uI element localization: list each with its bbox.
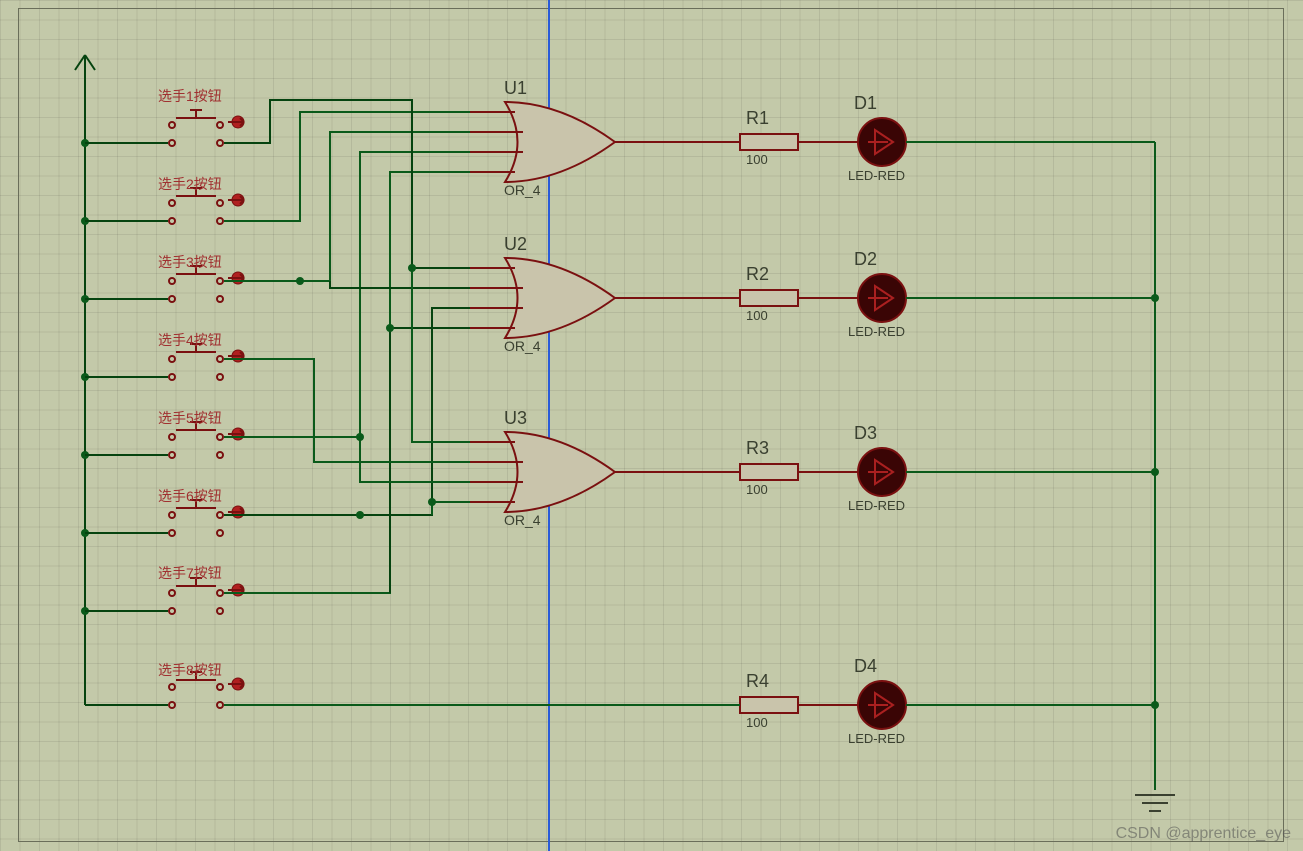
d1-ref: D1 xyxy=(854,93,877,114)
d4-part: LED-RED xyxy=(848,731,905,746)
d2-part: LED-RED xyxy=(848,324,905,339)
d3-ref: D3 xyxy=(854,423,877,444)
r1-val: 100 xyxy=(746,152,768,167)
r3-ref: R3 xyxy=(746,438,769,459)
r1-ref: R1 xyxy=(746,108,769,129)
button-4-label: 选手4按钮 xyxy=(158,330,222,350)
gate-u2[interactable] xyxy=(470,258,740,338)
resistor-r3[interactable] xyxy=(740,464,858,480)
button-8-label: 选手8按钮 xyxy=(158,660,222,680)
gate-u3[interactable] xyxy=(470,432,740,512)
resistor-r4[interactable] xyxy=(224,697,858,713)
gate-u1[interactable] xyxy=(470,102,740,182)
led-d4[interactable] xyxy=(858,681,1159,729)
d3-part: LED-RED xyxy=(848,498,905,513)
button-7[interactable] xyxy=(81,578,244,615)
led-d2[interactable] xyxy=(858,274,1159,322)
r4-ref: R4 xyxy=(746,671,769,692)
r2-val: 100 xyxy=(746,308,768,323)
r4-val: 100 xyxy=(746,715,768,730)
gate-u2-type: OR_4 xyxy=(504,338,541,354)
button-1-label: 选手1按钮 xyxy=(158,86,222,106)
d1-part: LED-RED xyxy=(848,168,905,183)
gate-u3-ref: U3 xyxy=(504,408,527,429)
button-7-label: 选手7按钮 xyxy=(158,563,222,583)
r3-val: 100 xyxy=(746,482,768,497)
d4-ref: D4 xyxy=(854,656,877,677)
button-3-label: 选手3按钮 xyxy=(158,252,222,272)
button-5-label: 选手5按钮 xyxy=(158,408,222,428)
gate-u1-type: OR_4 xyxy=(504,182,541,198)
resistor-r2[interactable] xyxy=(740,290,858,306)
gate-u3-type: OR_4 xyxy=(504,512,541,528)
resistor-r1[interactable] xyxy=(740,134,858,150)
led-d3[interactable] xyxy=(858,448,1159,496)
button-6-label: 选手6按钮 xyxy=(158,486,222,506)
gate-u2-ref: U2 xyxy=(504,234,527,255)
r2-ref: R2 xyxy=(746,264,769,285)
button-2-label: 选手2按钮 xyxy=(158,174,222,194)
watermark: CSDN @apprentice_eye xyxy=(1116,825,1291,843)
led-d1[interactable] xyxy=(858,118,1155,166)
button-1[interactable] xyxy=(81,110,244,147)
interconnect-wires xyxy=(224,100,470,593)
ground-bus xyxy=(1135,142,1175,811)
d2-ref: D2 xyxy=(854,249,877,270)
gate-u1-ref: U1 xyxy=(504,78,527,99)
